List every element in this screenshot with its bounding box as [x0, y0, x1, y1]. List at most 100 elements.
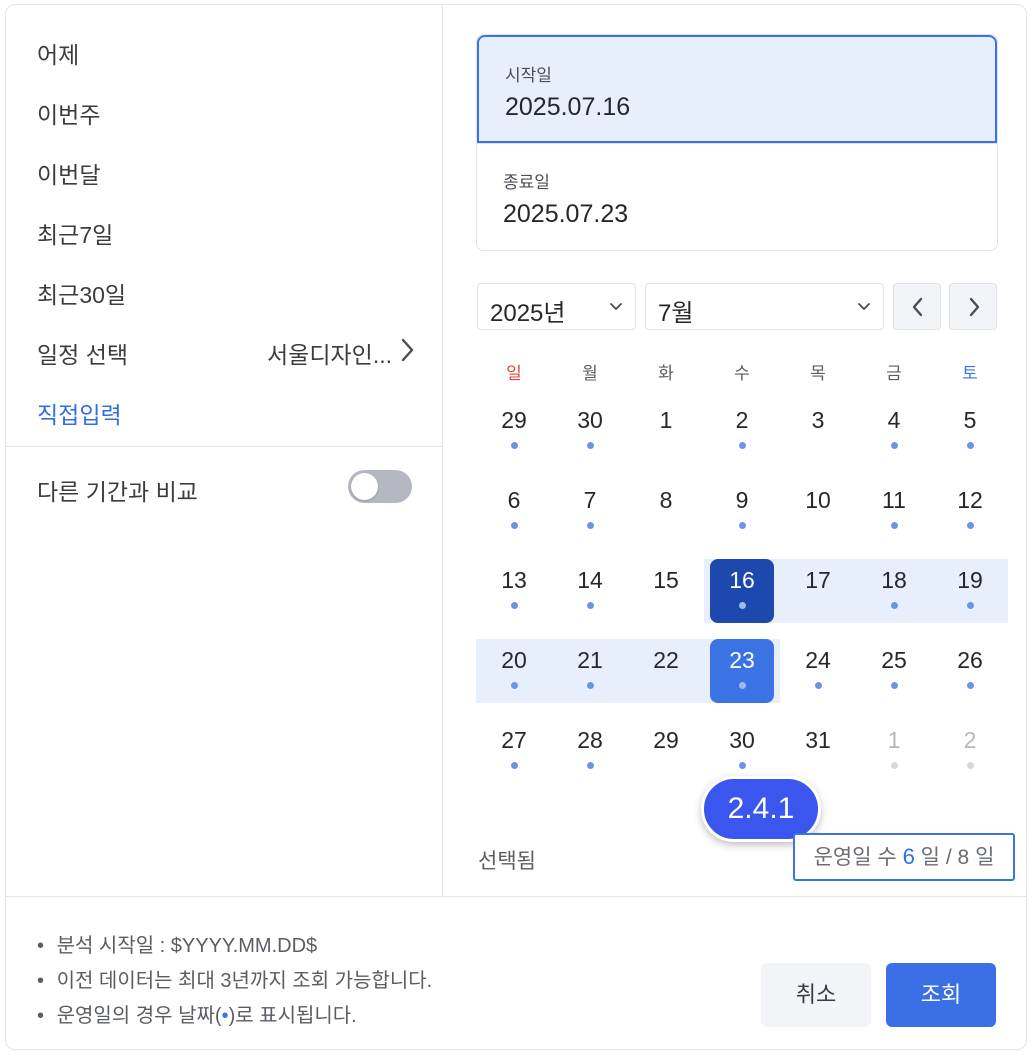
start-date-value: 2025.07.16: [505, 93, 631, 121]
next-month-button[interactable]: [949, 283, 997, 330]
chevron-right-icon[interactable]: [394, 335, 420, 365]
day-number: 13: [501, 567, 527, 593]
chevron-left-icon: [912, 297, 923, 317]
calendar-day[interactable]: 4: [856, 399, 932, 463]
day-number: 17: [805, 567, 831, 593]
calendar-day[interactable]: 19: [932, 559, 1008, 623]
day-number: 23: [729, 647, 755, 673]
cancel-button[interactable]: 취소: [761, 963, 871, 1027]
calendar-day[interactable]: 29: [476, 399, 552, 463]
calendar-day[interactable]: 2: [932, 719, 1008, 783]
day-number: 25: [881, 647, 907, 673]
calendar-day[interactable]: 31: [780, 719, 856, 783]
operating-day-dot-icon: [587, 602, 594, 609]
year-select[interactable]: 2025년: [477, 283, 636, 330]
calendar-day-selected[interactable]: 23: [704, 639, 780, 703]
calendar-day[interactable]: 1: [628, 399, 704, 463]
operating-day-dot-icon: [511, 682, 518, 689]
prev-month-button[interactable]: [893, 283, 941, 330]
operating-day-dot-icon: [587, 442, 594, 449]
preset-schedule-select[interactable]: 일정 선택: [37, 336, 128, 370]
day-number: 6: [507, 487, 521, 513]
day-number: 20: [501, 647, 527, 673]
calendar-day[interactable]: 21: [552, 639, 628, 703]
calendar-day[interactable]: 1: [856, 719, 932, 783]
year-select-value: 2025년: [490, 300, 566, 327]
bullet: •: [37, 935, 45, 957]
operating-days-total: 8: [957, 846, 970, 869]
calendar-day[interactable]: 30: [552, 399, 628, 463]
day-number: 30: [729, 727, 755, 753]
calendar-day[interactable]: 20: [476, 639, 552, 703]
month-select[interactable]: 7월: [645, 283, 884, 330]
operating-day-dot-icon: [587, 682, 594, 689]
calendar-day[interactable]: 3: [780, 399, 856, 463]
calendar-day[interactable]: 7: [552, 479, 628, 543]
operating-day-dot-icon: [587, 522, 594, 529]
operating-days-summary: 운영일 수 6 일 / 8 일: [793, 833, 1015, 881]
note-text: 분석 시작일 : $YYYY.MM.DD$: [56, 935, 318, 957]
day-number: 11: [882, 487, 906, 513]
day-number: 5: [963, 407, 977, 433]
preset-this-month[interactable]: 이번달: [37, 156, 100, 190]
preset-last-7-days[interactable]: 최근7일: [37, 216, 113, 250]
month-select-value: 7월: [658, 300, 694, 327]
day-number: 26: [957, 647, 983, 673]
day-number: 12: [957, 487, 983, 513]
operating-day-dot-icon: [815, 682, 822, 689]
date-range-picker: 어제 이번주 이번달 최근7일 최근30일 일정 선택 서울디자인... 직접입…: [5, 4, 1027, 1050]
day-number: 1: [659, 407, 673, 433]
operating-days-unit2: 일: [975, 846, 995, 869]
day-number: 2: [735, 407, 749, 433]
calendar-day[interactable]: 27: [476, 719, 552, 783]
calendar-day[interactable]: 5: [932, 399, 1008, 463]
weekday-header: 수: [734, 364, 750, 383]
calendar-day[interactable]: 8: [628, 479, 704, 543]
day-number: 2: [963, 727, 977, 753]
preset-last-30-days[interactable]: 최근30일: [37, 276, 126, 310]
calendar-day[interactable]: 17: [780, 559, 856, 623]
calendar-day[interactable]: 22: [628, 639, 704, 703]
calendar-day[interactable]: 26: [932, 639, 1008, 703]
start-date-label: 시작일: [505, 66, 552, 85]
compare-label: 다른 기간과 비교: [37, 479, 198, 505]
end-date-field[interactable]: 종료일 2025.07.23: [477, 143, 997, 250]
calendar-day[interactable]: 30: [704, 719, 780, 783]
operating-day-dot-icon: [739, 522, 746, 529]
day-number: 4: [887, 407, 901, 433]
calendar-day[interactable]: 6: [476, 479, 552, 543]
start-date-field[interactable]: 시작일 2025.07.16: [477, 35, 997, 143]
calendar-day[interactable]: 29: [628, 719, 704, 783]
calendar-day[interactable]: 13: [476, 559, 552, 623]
operating-day-dot-icon: [511, 602, 518, 609]
calendar-day[interactable]: 25: [856, 639, 932, 703]
day-number: 16: [729, 567, 755, 593]
calendar-day[interactable]: 11: [856, 479, 932, 543]
note-item: • 분석 시작일 : $YYYY.MM.DD$: [37, 929, 317, 958]
calendar-day[interactable]: 28: [552, 719, 628, 783]
calendar-panel: 시작일 2025.07.16 종료일 2025.07.23 2025년 7월 일…: [444, 5, 1026, 896]
operating-day-dot-icon: [967, 522, 974, 529]
preset-this-week[interactable]: 이번주: [37, 96, 100, 130]
calendar-day[interactable]: 24: [780, 639, 856, 703]
calendar-day[interactable]: 14: [552, 559, 628, 623]
compare-toggle[interactable]: [348, 470, 412, 503]
preset-yesterday[interactable]: 어제: [37, 36, 79, 70]
operating-day-dot-icon: [511, 762, 518, 769]
calendar-day[interactable]: 10: [780, 479, 856, 543]
search-button[interactable]: 조회: [886, 963, 996, 1027]
day-number: 24: [805, 647, 831, 673]
calendar-day[interactable]: 18: [856, 559, 932, 623]
selected-label: 선택됨: [478, 850, 536, 873]
calendar-day[interactable]: 15: [628, 559, 704, 623]
schedule-value[interactable]: 서울디자인...: [267, 336, 392, 370]
note-text-post: )로 표시됩니다.: [228, 1005, 357, 1027]
calendar-day[interactable]: 12: [932, 479, 1008, 543]
calendar-day-selected[interactable]: 16: [704, 559, 780, 623]
day-number: 3: [811, 407, 825, 433]
preset-direct-input[interactable]: 직접입력: [37, 396, 122, 430]
calendar-day[interactable]: 9: [704, 479, 780, 543]
day-number: 27: [501, 727, 527, 753]
calendar-day[interactable]: 2: [704, 399, 780, 463]
note-item: • 이전 데이터는 최대 3년까지 조회 가능합니다.: [37, 964, 432, 993]
